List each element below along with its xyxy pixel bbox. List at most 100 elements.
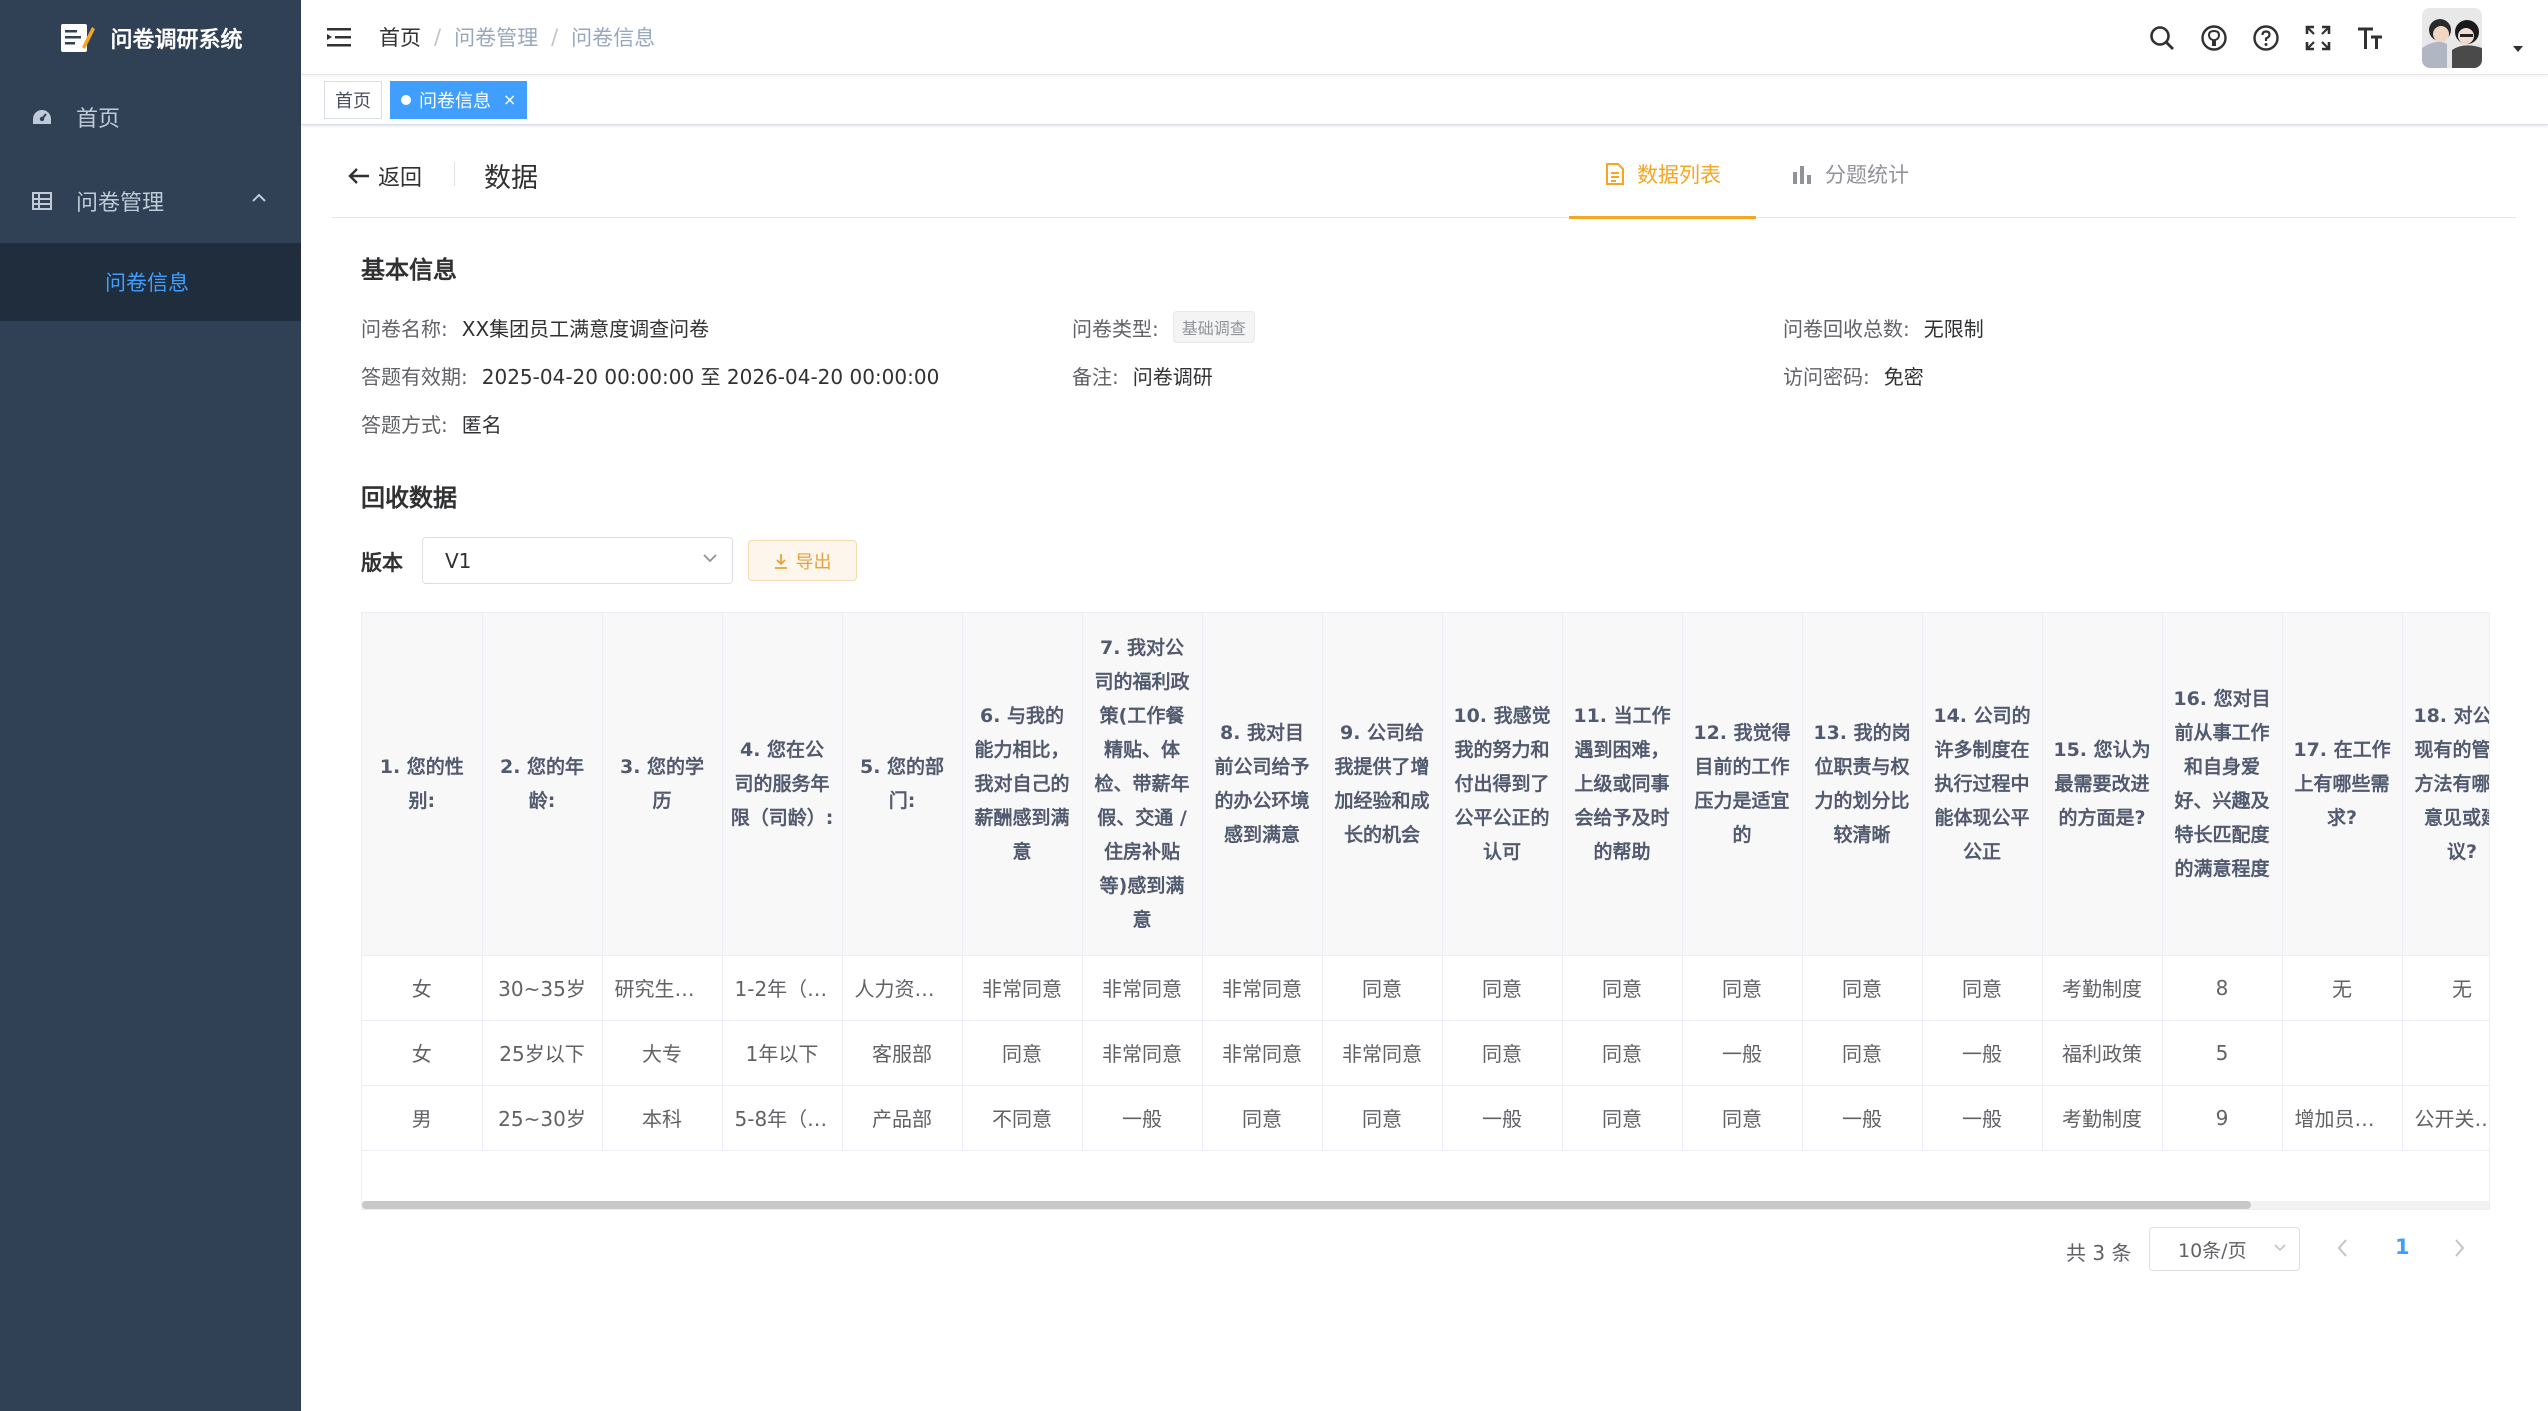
page-number[interactable]: 1 bbox=[2395, 1235, 2410, 1259]
sidebar-item-home[interactable]: 首页 bbox=[0, 75, 301, 159]
main-area: 首页 / 问卷管理 / 问卷信息 首页 问卷信息 × 返回 数据 数据列表 分题… bbox=[301, 0, 2548, 1411]
page-title: 数据 bbox=[484, 163, 538, 194]
logo[interactable]: 问卷调研系统 bbox=[0, 0, 301, 75]
prev-page-icon[interactable] bbox=[2335, 1237, 2349, 1259]
table-cell: 25~30岁 bbox=[482, 1085, 603, 1151]
column-header: 13. 我的岗位职责与权力的划分比较清晰 bbox=[1802, 613, 1923, 956]
column-header: 1. 您的性别: bbox=[362, 613, 483, 956]
column-header: 15. 您认为最需要改进的方面是? bbox=[2042, 613, 2163, 956]
table-cell: 本科 bbox=[602, 1085, 723, 1151]
tag-survey-info[interactable]: 问卷信息 × bbox=[390, 80, 528, 119]
info-survey-name: 问卷名称: XX集团员工满意度调查问卷 bbox=[361, 313, 709, 342]
chevron-up-icon bbox=[252, 193, 266, 202]
next-page-icon[interactable] bbox=[2453, 1237, 2467, 1259]
column-header: 16. 您对目前从事工作和自身爱好、兴趣及特长匹配度的满意程度 bbox=[2162, 613, 2283, 956]
right-menu bbox=[2148, 0, 2524, 75]
table-row[interactable]: 女30~35岁研究生及以上1-2年（含2年）人力资源部非常同意非常同意非常同意同… bbox=[362, 955, 2489, 1021]
table-cell bbox=[2402, 1020, 2489, 1086]
version-select[interactable]: V1 bbox=[422, 537, 733, 584]
bar-chart-icon bbox=[1793, 166, 1811, 184]
table-cell: 5 bbox=[2162, 1020, 2283, 1086]
caret-down-icon[interactable] bbox=[2512, 45, 2524, 53]
hamburger-icon[interactable] bbox=[325, 23, 353, 51]
table-cell: 一般 bbox=[1922, 1020, 2043, 1086]
divider bbox=[454, 162, 455, 186]
export-button[interactable]: 导出 bbox=[748, 540, 857, 581]
table-cell: 同意 bbox=[1202, 1085, 1323, 1151]
app-title: 问卷调研系统 bbox=[110, 27, 243, 53]
close-icon[interactable]: × bbox=[503, 90, 516, 109]
scrollbar-thumb[interactable] bbox=[362, 1201, 2251, 1209]
info-value: 匿名 bbox=[461, 413, 502, 437]
horizontal-scrollbar[interactable] bbox=[362, 1201, 2489, 1209]
table-cell: 5-8年（含8年） bbox=[722, 1085, 843, 1151]
tag-home[interactable]: 首页 bbox=[324, 80, 382, 119]
tab-question-stats[interactable]: 分题统计 bbox=[1762, 130, 1909, 218]
table-cell: 非常同意 bbox=[1322, 1020, 1443, 1086]
table-row[interactable]: 男25~30岁本科5-8年（含8年）产品部不同意一般同意同意一般同意同意一般一般… bbox=[362, 1085, 2489, 1151]
export-label: 导出 bbox=[795, 551, 832, 573]
sidebar-item-survey-info[interactable]: 问卷信息 bbox=[0, 243, 301, 321]
page-header: 返回 数据 数据列表 分题统计 bbox=[332, 130, 2516, 219]
table-cell: 同意 bbox=[1562, 1020, 1683, 1086]
column-header: 10. 我感觉我的努力和付出得到了公平公正的认可 bbox=[1442, 613, 1563, 956]
table-cell: 考勤制度 bbox=[2042, 955, 2163, 1021]
page-size-value: 10条/页 bbox=[2178, 1239, 2247, 1262]
github-icon[interactable] bbox=[2200, 24, 2228, 52]
table-cell: 一般 bbox=[1682, 1020, 1803, 1086]
table-cell: 不同意 bbox=[962, 1085, 1083, 1151]
table-row[interactable]: 女 25岁以下 大专 1年以下 客服部 同意 非常同意 非常同意 非常同意 同意 同意 一般 同意 一般福… bbox=[362, 1020, 2489, 1086]
table-cell: 同意 bbox=[1682, 1085, 1803, 1151]
column-header: 6. 与我的能力相比，我对自己的薪酬感到满意 bbox=[962, 613, 1083, 956]
info-access-password: 访问密码: 免密 bbox=[1783, 361, 1924, 390]
table: 1. 您的性别: 2. 您的年龄: 3. 您的学历 4. 您在公司的服务年限（司龄）:… bbox=[362, 613, 2489, 1151]
info-label: 问卷名称: bbox=[361, 317, 448, 341]
column-header: 12. 我觉得目前的工作压力是适宜的 bbox=[1682, 613, 1803, 956]
tab-label: 数据列表 bbox=[1637, 163, 1721, 187]
column-header: 14. 公司的许多制度在执行过程中能体现公平公正 bbox=[1922, 613, 2043, 956]
fullscreen-icon[interactable] bbox=[2304, 24, 2332, 52]
document-icon bbox=[1606, 163, 1624, 185]
column-header: 9. 公司给我提供了增加经验和成长的机会 bbox=[1322, 613, 1443, 956]
info-recovery-total: 问卷回收总数: 无限制 bbox=[1783, 313, 1984, 342]
tags-view: 首页 问卷信息 × bbox=[301, 75, 2548, 125]
table-cell: 研究生及以上 bbox=[602, 955, 723, 1021]
breadcrumb-home[interactable]: 首页 bbox=[379, 22, 421, 52]
table-cell: 考勤制度 bbox=[2042, 1085, 2163, 1151]
pagination-total: 共 3 条 bbox=[2066, 1241, 2132, 1265]
table-cell: 大专 bbox=[602, 1020, 723, 1086]
avatar[interactable] bbox=[2422, 7, 2482, 68]
table-cell: 福利政策 bbox=[2042, 1020, 2163, 1086]
tab-data-list[interactable]: 数据列表 bbox=[1572, 130, 1721, 218]
search-icon[interactable] bbox=[2148, 24, 2176, 52]
table-icon bbox=[30, 189, 54, 213]
info-value: 免密 bbox=[1883, 365, 1924, 389]
page-size-select[interactable]: 10条/页 bbox=[2149, 1227, 2300, 1271]
section-title-basic-info: 基本信息 bbox=[361, 256, 457, 284]
info-value: 问卷调研 bbox=[1132, 365, 1213, 389]
breadcrumb: 首页 / 问卷管理 / 问卷信息 bbox=[379, 22, 655, 52]
table-cell: 产品部 bbox=[842, 1085, 963, 1151]
column-header: 5. 您的部门: bbox=[842, 613, 963, 956]
info-survey-type: 问卷类型: 基础调查 bbox=[1072, 311, 1255, 343]
breadcrumb-separator: / bbox=[551, 25, 559, 49]
table-cell: 同意 bbox=[1562, 955, 1683, 1021]
info-label: 问卷回收总数: bbox=[1783, 317, 1910, 341]
table-cell: 非常同意 bbox=[962, 955, 1083, 1021]
font-size-icon[interactable] bbox=[2356, 24, 2384, 52]
sidebar: 问卷调研系统 首页 问卷管理 问卷信息 bbox=[0, 0, 301, 1411]
table-cell: 同意 bbox=[962, 1020, 1083, 1086]
column-header: 2. 您的年龄: bbox=[482, 613, 603, 956]
help-icon[interactable] bbox=[2252, 24, 2280, 52]
active-dot-icon bbox=[401, 94, 411, 105]
chevron-down-icon bbox=[2274, 1244, 2286, 1252]
download-icon bbox=[774, 553, 787, 569]
sidebar-item-survey-management[interactable]: 问卷管理 bbox=[0, 159, 301, 243]
info-label: 备注: bbox=[1072, 365, 1119, 389]
info-label: 问卷类型: bbox=[1072, 316, 1159, 341]
sidebar-subitem-label: 问卷信息 bbox=[105, 271, 189, 295]
table-cell: 9 bbox=[2162, 1085, 2283, 1151]
table-cell: 一般 bbox=[1082, 1085, 1203, 1151]
breadcrumb-survey-management: 问卷管理 bbox=[454, 26, 539, 50]
back-button[interactable]: 返回 bbox=[348, 160, 422, 192]
